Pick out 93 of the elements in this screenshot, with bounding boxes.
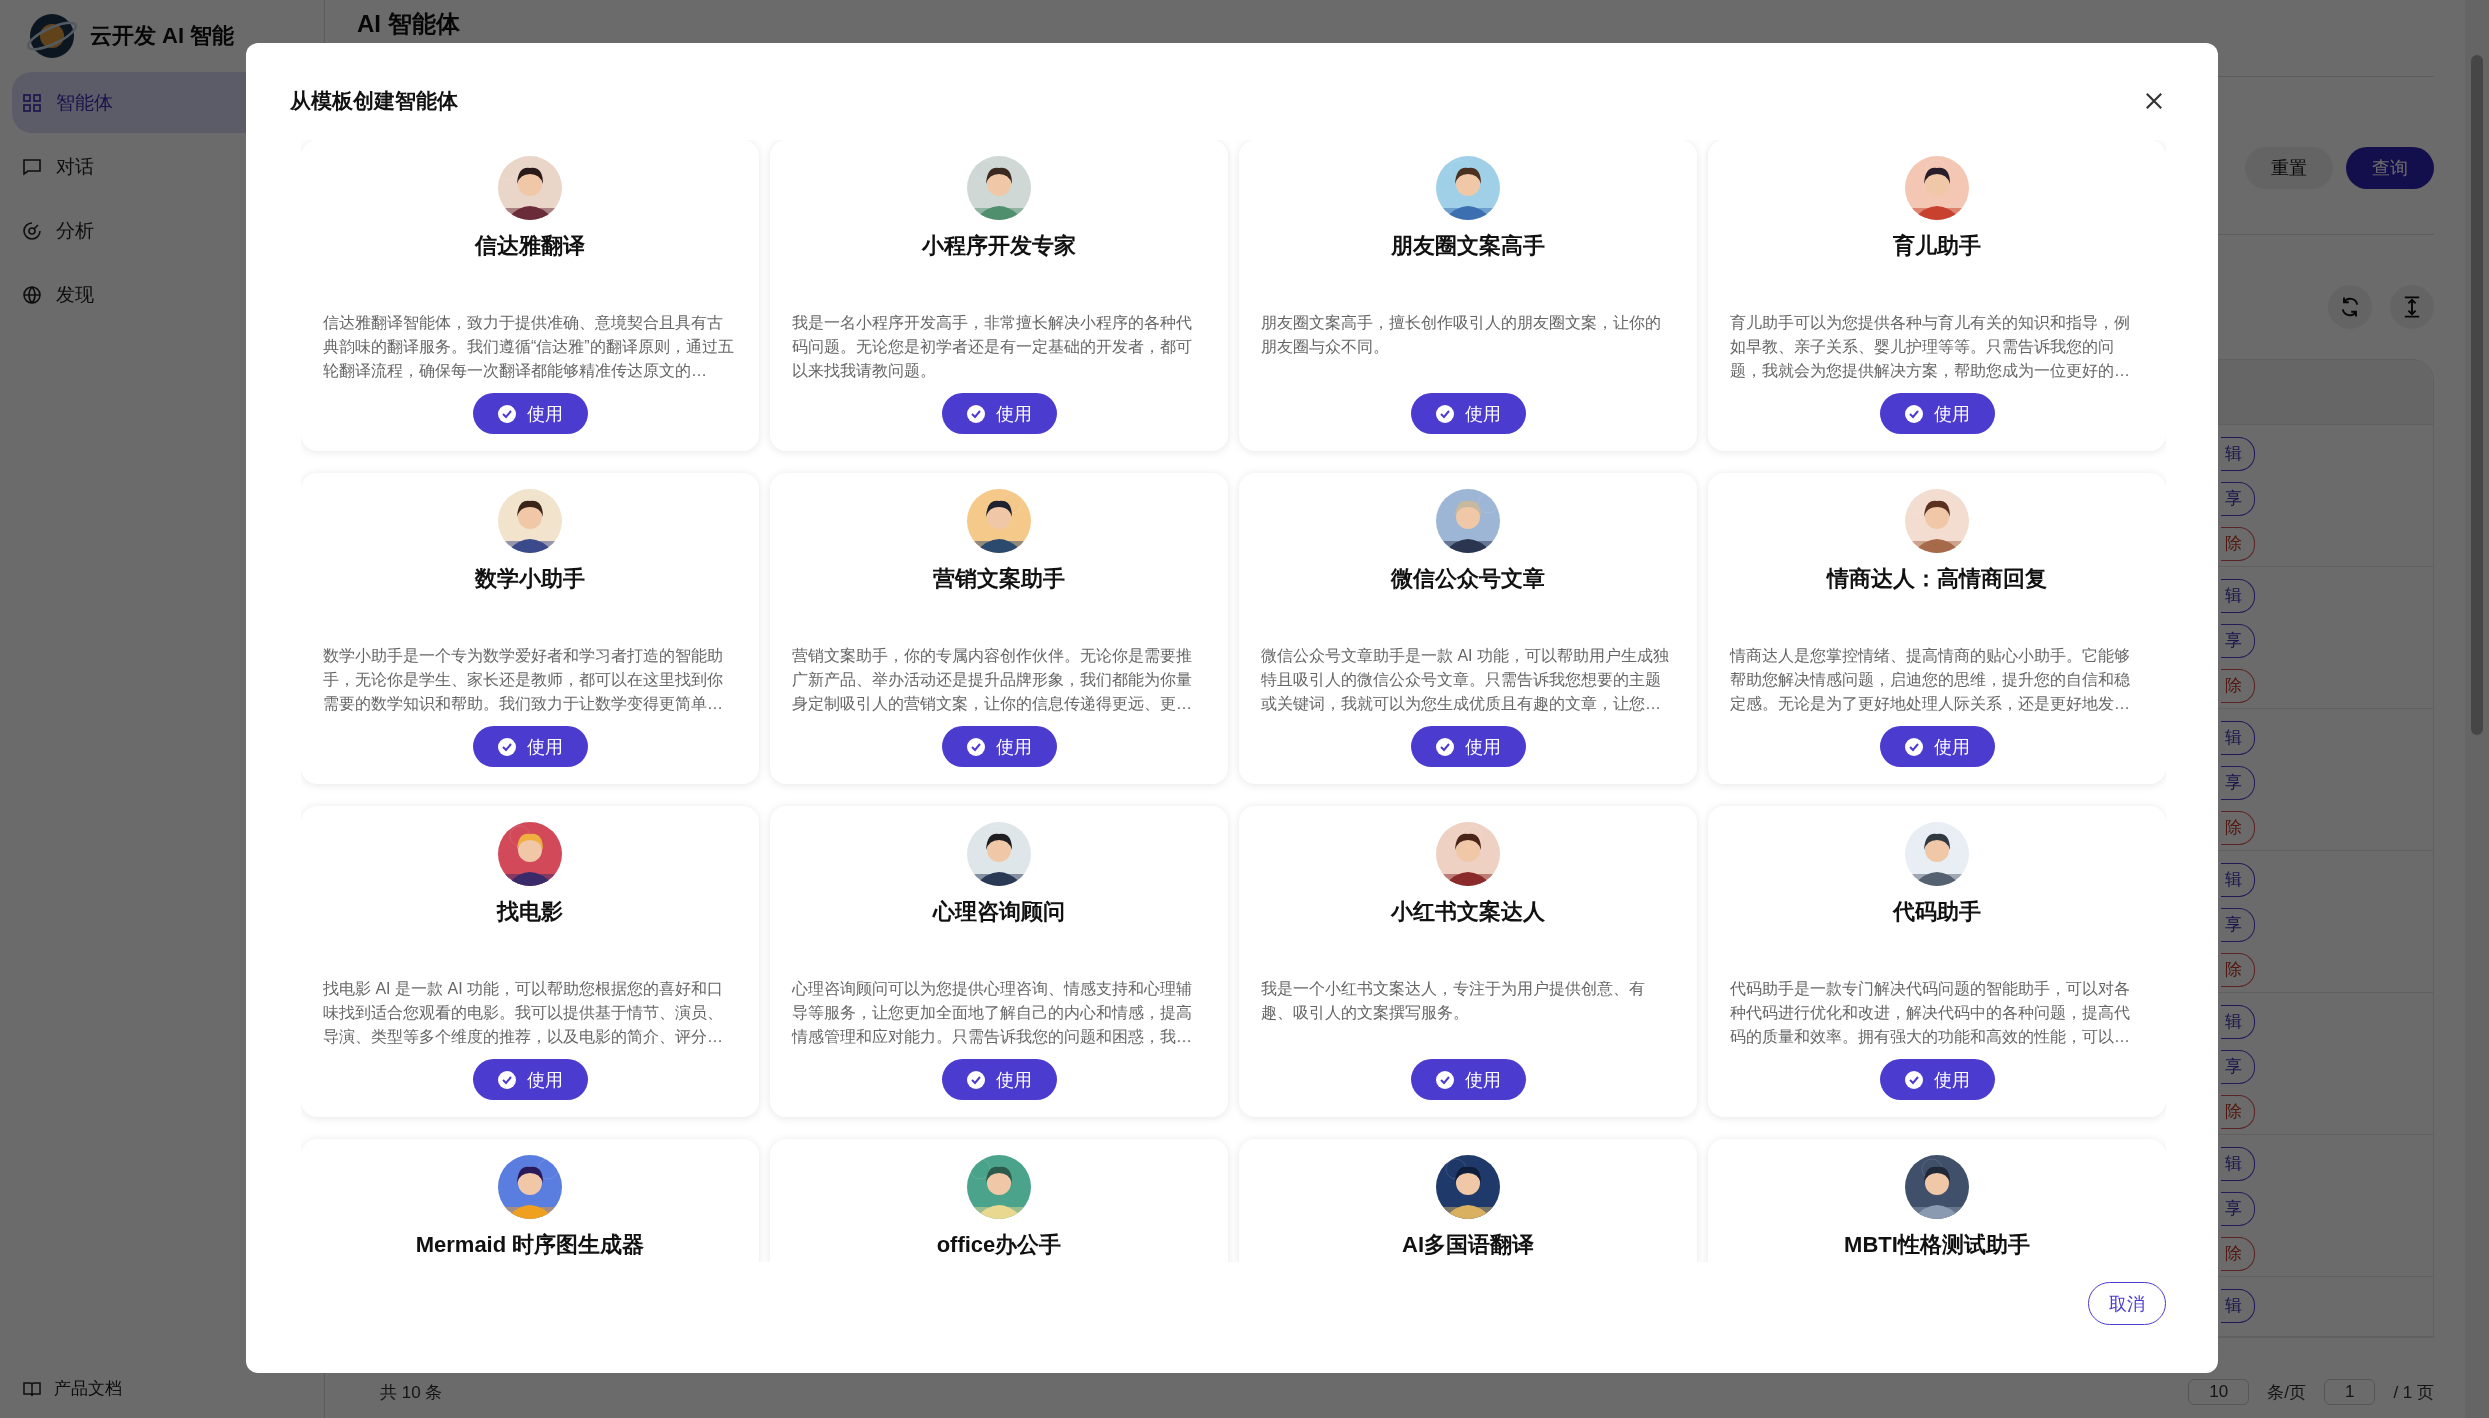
template-description: 数学小助手是一个专为数学爱好者和学习者打造的智能助手，无论你是学生、家长还是教师，都可以在这里找到你需要的数学知识和帮助。我们致力于让数学变得更简单… — [323, 646, 724, 714]
share-tag[interactable]: 享 — [2221, 1050, 2255, 1084]
check-circle-icon — [966, 736, 986, 757]
delete-tag[interactable]: 除 — [2221, 527, 2255, 561]
use-button[interactable]: 使用 — [1879, 726, 1995, 767]
check-circle-icon — [1904, 403, 1924, 424]
template-name: 朋友圈文案高手 — [1391, 232, 1545, 260]
refresh-button[interactable] — [2328, 285, 2372, 329]
template-description: 营销文案助手，你的专属内容创作伙伴。无论你是需要推广新产品、举办活动还是提升品牌形象，我们都能为你量身定制吸引人的营销文案，让你的信息传递得更远、更… — [792, 646, 1193, 714]
use-button[interactable]: 使用 — [941, 726, 1057, 767]
check-circle-icon — [497, 1069, 517, 1090]
page-size-unit: 条/页 — [2267, 1381, 2306, 1404]
use-button[interactable]: 使用 — [1410, 1059, 1526, 1100]
edit-tag[interactable]: 辑 — [2221, 1289, 2255, 1323]
edit-tag[interactable]: 辑 — [2221, 1005, 2255, 1039]
template-name: 情商达人：高情商回复 — [1827, 565, 2047, 593]
template-name: 小红书文案达人 — [1391, 898, 1545, 926]
delete-tag[interactable]: 除 — [2221, 669, 2255, 703]
template-description: 育儿助手可以为您提供各种与育儿有关的知识和指导，例如早教、亲子关系、婴儿护理等等。只需告诉我您的问题，我就会为您提供解决方案，帮助您成为一位更好的… — [1730, 313, 2131, 381]
use-button[interactable]: 使用 — [941, 1059, 1057, 1100]
query-button[interactable]: 查询 — [2346, 147, 2434, 189]
template-name: 小程序开发专家 — [922, 232, 1076, 260]
template-description: 代码助手是一款专门解决代码问题的智能助手，可以对各种代码进行优化和改进，解决代码中的各种问题，提高代码的质量和效率。拥有强大的功能和高效的性能，可以… — [1730, 979, 2131, 1047]
delete-tag[interactable]: 除 — [2221, 811, 2255, 845]
page-title: AI 智能体 — [357, 9, 460, 39]
page-size-select[interactable]: 10 — [2188, 1379, 2250, 1405]
use-button[interactable]: 使用 — [1879, 1059, 1995, 1100]
edit-tag[interactable]: 辑 — [2221, 863, 2255, 897]
page-input[interactable]: 1 — [2323, 1379, 2376, 1405]
template-description: 我是一个小红书文案达人，专注于为用户提供创意、有趣、吸引人的文案撰写服务。 — [1261, 979, 1646, 1023]
template-description: 我是一名小程序开发高手，非常擅长解决小程序的各种代码问题。无论您是初学者还是有一定基础的开发者，都可以来找我请教问题。 — [792, 313, 1193, 381]
use-button[interactable]: 使用 — [1879, 393, 1995, 434]
use-button[interactable]: 使用 — [472, 726, 588, 767]
template-name: Mermaid 时序图生成器 — [415, 1231, 645, 1259]
template-description: 信达雅翻译智能体，致力于提供准确、意境契合且具有古典韵味的翻译服务。我们遵循“信达雅”的翻译原则，通过五轮翻译流程，确保每一次翻译都能够精准传达原文的… — [323, 313, 735, 381]
sidebar-item[interactable]: 对话 — [12, 136, 312, 197]
template-description: 微信公众号文章助手是一款 AI 功能，可以帮助用户生成独特且吸引人的微信公众号文章。只需告诉我您想要的主题或关键词，我就可以为您生成优质且有趣的文章，让您… — [1261, 646, 1670, 714]
template-name: 找电影 — [497, 898, 563, 926]
check-circle-icon — [1904, 1069, 1924, 1090]
sidebar-item[interactable]: 发现 — [12, 264, 312, 325]
share-tag[interactable]: 享 — [2221, 624, 2255, 658]
template-name: office办公手 — [936, 1231, 1062, 1259]
row-height-button[interactable] — [2390, 285, 2434, 329]
check-circle-icon — [1435, 736, 1455, 757]
use-button[interactable]: 使用 — [941, 393, 1057, 434]
check-circle-icon — [1435, 1069, 1455, 1090]
template-name: 信达雅翻译 — [475, 232, 585, 260]
template-name: 育儿助手 — [1893, 232, 1981, 260]
edit-tag[interactable]: 辑 — [2221, 437, 2255, 471]
check-circle-icon — [966, 403, 986, 424]
check-circle-icon — [1435, 403, 1455, 424]
check-circle-icon — [1904, 736, 1924, 757]
template-description: 朋友圈文案高手，擅长创作吸引人的朋友圈文案，让你的朋友圈与众不同。 — [1261, 313, 1662, 357]
scrollbar[interactable] — [2465, 0, 2489, 1418]
check-circle-icon — [966, 1069, 986, 1090]
use-button[interactable]: 使用 — [1410, 726, 1526, 767]
delete-tag[interactable]: 除 — [2221, 1095, 2255, 1129]
share-tag[interactable]: 享 — [2221, 908, 2255, 942]
use-button[interactable]: 使用 — [1410, 393, 1526, 434]
edit-tag[interactable]: 辑 — [2221, 579, 2255, 613]
template-description: 情商达人是您掌控情绪、提高情商的贴心小助手。它能够帮助您解决情感问题，启迪您的思维，提升您的自信和稳定感。无论是为了更好地处理人际关系，还是更好地发… — [1730, 646, 2131, 714]
template-description: 心理咨询顾问可以为您提供心理咨询、情感支持和心理辅导等服务，让您更加全面地了解自己的内心和情感，提高情感管理和应对能力。只需告诉我您的问题和困惑，我… — [792, 979, 1193, 1047]
edit-tag[interactable]: 辑 — [2221, 721, 2255, 755]
share-tag[interactable]: 享 — [2221, 482, 2255, 516]
check-circle-icon — [497, 403, 517, 424]
template-name: MBTI性格测试助手 — [1844, 1231, 2030, 1259]
delete-tag[interactable]: 除 — [2221, 1237, 2255, 1271]
sidebar-item[interactable]: 分析 — [12, 200, 312, 261]
template-name: AI多国语翻译 — [1402, 1231, 1534, 1259]
template-name: 微信公众号文章 — [1391, 565, 1545, 593]
template-name: 营销文案助手 — [933, 565, 1065, 593]
use-button[interactable]: 使用 — [472, 1059, 588, 1100]
edit-tag[interactable]: 辑 — [2221, 1147, 2255, 1181]
docs-link[interactable]: 产品文档 — [0, 1377, 324, 1400]
globe-icon — [22, 284, 42, 305]
check-circle-icon — [497, 736, 517, 757]
grid-icon — [22, 92, 42, 113]
template-name: 代码助手 — [1893, 898, 1981, 926]
delete-tag[interactable]: 除 — [2221, 953, 2255, 987]
template-name: 心理咨询顾问 — [933, 898, 1065, 926]
app-name: 云开发 AI 智能 — [90, 22, 235, 50]
template-description: 找电影 AI 是一款 AI 功能，可以帮助您根据您的喜好和口味找到适合您观看的电影。我可以提供基于情节、演员、导演、类型等多个维度的推荐，以及电影的简介、评分… — [323, 979, 724, 1047]
chat-icon — [22, 156, 42, 177]
gauge-icon — [22, 220, 42, 241]
share-tag[interactable]: 享 — [2221, 766, 2255, 800]
cancel-button[interactable]: 取消 — [2088, 1282, 2166, 1325]
template-name: 数学小助手 — [475, 565, 585, 593]
share-tag[interactable]: 享 — [2221, 1192, 2255, 1226]
reset-button[interactable]: 重置 — [2245, 147, 2333, 189]
page-count: / 1 页 — [2393, 1381, 2434, 1404]
planet-logo-icon — [24, 11, 80, 61]
use-button[interactable]: 使用 — [472, 393, 588, 434]
total-count: 共 10 条 — [380, 1381, 443, 1404]
